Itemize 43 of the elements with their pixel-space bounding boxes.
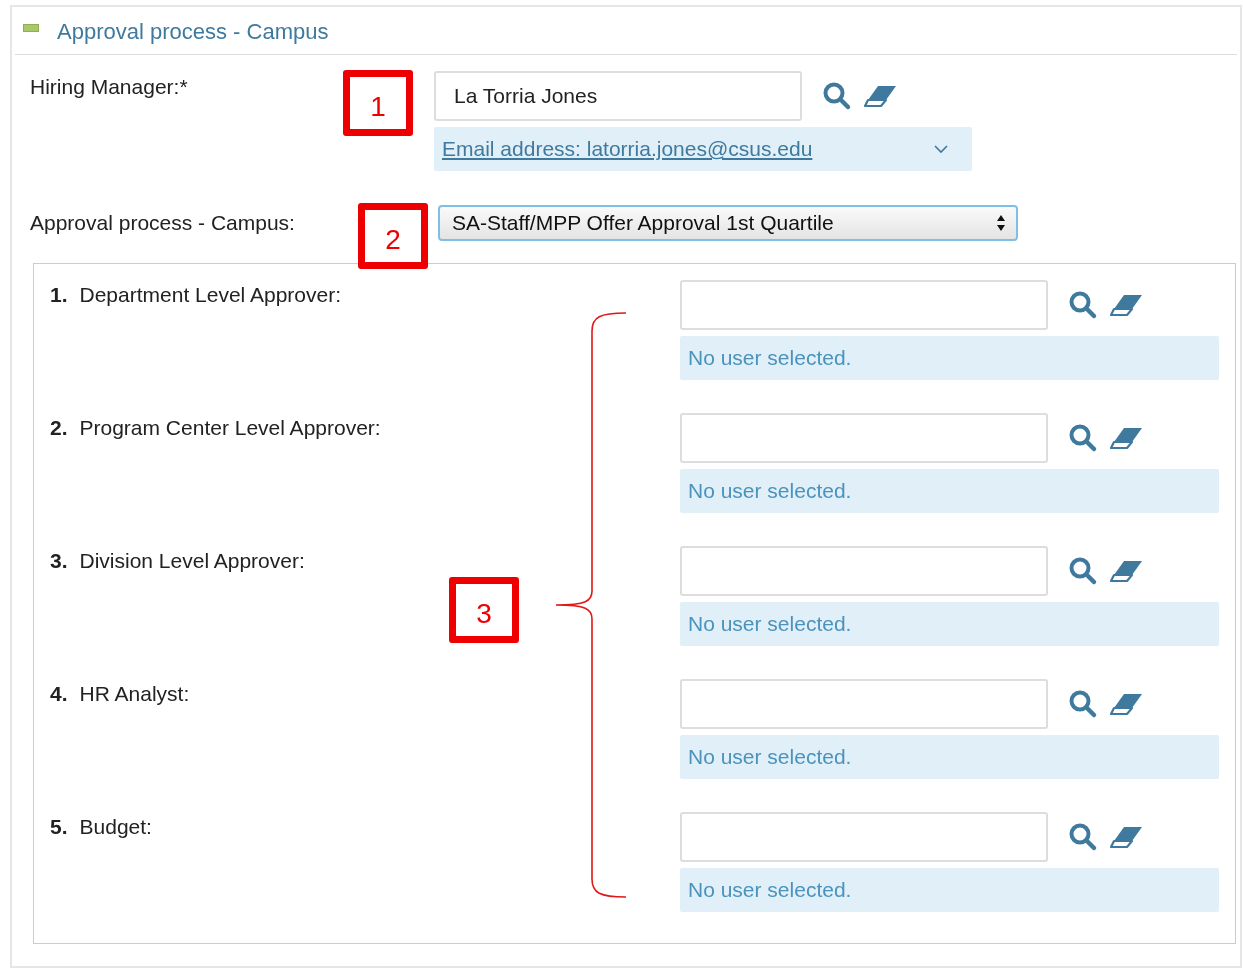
search-icon[interactable] xyxy=(822,81,852,111)
field-label: Budget: xyxy=(79,815,152,840)
select-dropdown[interactable]: SA-Staff/MPP Offer Approval 1st Quartile xyxy=(438,205,1018,241)
input-field[interactable] xyxy=(680,280,1048,330)
step-number: 2. xyxy=(50,416,68,441)
callout-marker: 2 xyxy=(358,203,428,269)
input-field[interactable]: La Torria Jones xyxy=(434,71,802,121)
input-field[interactable] xyxy=(680,546,1048,596)
field-label: Hiring Manager:* xyxy=(30,75,188,98)
callout-marker: 1 xyxy=(343,70,413,136)
eraser-icon[interactable] xyxy=(1110,825,1144,849)
step-number: 1. xyxy=(50,283,68,308)
chevron-down-icon[interactable] xyxy=(934,144,948,154)
email-link[interactable]: Email address: latorria.jones@csus.edu xyxy=(442,137,813,161)
search-icon[interactable] xyxy=(1068,290,1098,320)
input-field[interactable] xyxy=(680,812,1048,862)
status-message: No user selected. xyxy=(680,336,1219,380)
search-icon[interactable] xyxy=(1068,689,1098,719)
field-label: Program Center Level Approver: xyxy=(79,416,381,441)
up-down-arrows-icon xyxy=(996,214,1006,232)
field-label: HR Analyst: xyxy=(79,682,190,707)
status-message: No user selected. xyxy=(680,469,1219,513)
status-message: No user selected. xyxy=(680,602,1219,646)
callout-marker: 3 xyxy=(449,577,519,643)
step-number: 5. xyxy=(50,815,68,840)
status-message: No user selected. xyxy=(680,868,1219,912)
search-icon[interactable] xyxy=(1068,556,1098,586)
field-label: Department Level Approver: xyxy=(79,283,341,308)
eraser-icon[interactable] xyxy=(864,84,898,108)
input-field[interactable] xyxy=(680,679,1048,729)
input-field[interactable] xyxy=(680,413,1048,463)
search-icon[interactable] xyxy=(1068,822,1098,852)
search-icon[interactable] xyxy=(1068,423,1098,453)
eraser-icon[interactable] xyxy=(1110,692,1144,716)
eraser-icon[interactable] xyxy=(1110,559,1144,583)
step-number: 4. xyxy=(50,682,68,707)
eraser-icon[interactable] xyxy=(1110,426,1144,450)
eraser-icon[interactable] xyxy=(1110,293,1144,317)
panel-title: Approval process - Campus xyxy=(57,19,329,45)
field-label: Division Level Approver: xyxy=(79,549,305,574)
field-label: Approval process - Campus: xyxy=(30,211,296,235)
status-message: No user selected. xyxy=(680,735,1219,779)
step-number: 3. xyxy=(50,549,68,574)
